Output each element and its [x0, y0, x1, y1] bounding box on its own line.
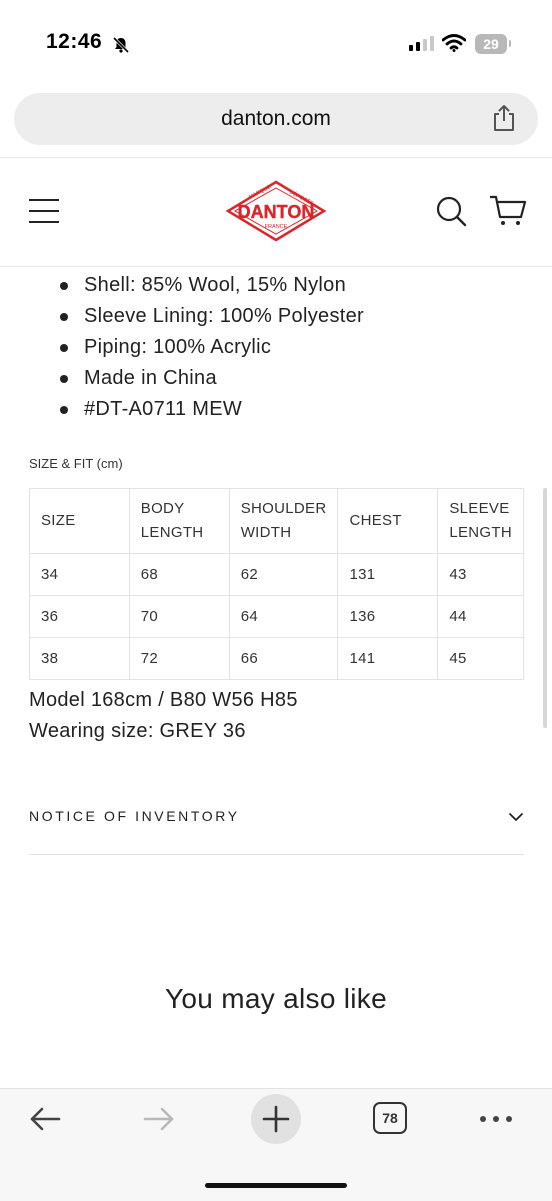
list-item: #DT-A0711 MEW	[58, 394, 528, 425]
battery-icon: 29	[475, 34, 507, 54]
back-arrow-icon[interactable]	[28, 1104, 62, 1139]
logo-wordmark: DANTON	[238, 202, 315, 222]
size-fit-heading: SIZE & FIT (cm)	[29, 456, 123, 471]
table-cell: 45	[437, 637, 524, 680]
table-cell: 44	[437, 595, 524, 638]
table-header-cell: SHOULDER WIDTH	[228, 488, 339, 554]
table-header-cell: BODY LENGTH	[128, 488, 230, 554]
battery-tip	[509, 40, 511, 47]
page-scrollbar[interactable]	[543, 488, 547, 728]
table-row: 34 68 62 131 43	[29, 553, 524, 596]
size-table: SIZE BODY LENGTH SHOULDER WIDTH CHEST SLEE…	[29, 488, 524, 680]
forward-arrow-icon[interactable]	[142, 1104, 176, 1139]
table-cell: 66	[228, 637, 339, 680]
table-cell: 131	[337, 553, 439, 596]
notice-divider	[29, 854, 524, 855]
share-icon[interactable]	[490, 103, 518, 138]
table-cell: 36	[29, 595, 130, 638]
table-cell: 68	[128, 553, 230, 596]
more-icon[interactable]	[478, 1112, 514, 1131]
table-cell: 38	[29, 637, 130, 680]
model-measurements: Model 168cm / B80 W56 H85	[29, 689, 298, 711]
search-icon[interactable]	[434, 194, 468, 233]
wifi-icon	[441, 34, 467, 57]
status-time: 12:46	[46, 30, 103, 53]
list-item: Made in China	[58, 363, 528, 394]
cellular-signal-icon	[409, 36, 434, 51]
table-header-row: SIZE BODY LENGTH SHOULDER WIDTH CHEST SLEE…	[29, 488, 524, 554]
table-row: 36 70 64 136 44	[29, 595, 524, 638]
table-header-cell: CHEST	[337, 488, 439, 554]
url-text[interactable]: danton.com	[14, 93, 538, 145]
tabs-icon[interactable]: 78	[373, 1102, 407, 1134]
header-divider-top	[0, 157, 552, 158]
table-cell: 72	[128, 637, 230, 680]
model-info: Model 168cm / B80 W56 H85 Wearing size: …	[29, 685, 298, 747]
table-cell: 141	[337, 637, 439, 680]
table-cell: 136	[337, 595, 439, 638]
table-cell: 64	[228, 595, 339, 638]
new-tab-plus-icon[interactable]	[251, 1094, 301, 1144]
notice-of-inventory-toggle[interactable]: NOTICE OF INVENTORY	[29, 808, 240, 824]
table-cell: 70	[128, 595, 230, 638]
table-cell: 62	[228, 553, 339, 596]
table-row: 38 72 66 141 45	[29, 637, 524, 680]
product-spec-list: Shell: 85% Wool, 15% Nylon Sleeve Lining…	[58, 270, 528, 425]
table-header-cell: SLEEVE LENGTH	[437, 488, 524, 554]
table-cell: 34	[29, 553, 130, 596]
recommendations-heading: You may also like	[165, 983, 387, 1014]
logo-bottom: FRANCE	[265, 224, 288, 230]
list-item: Sleeve Lining: 100% Polyester	[58, 301, 528, 332]
header-divider-bottom	[0, 266, 552, 267]
home-indicator[interactable]	[205, 1183, 347, 1188]
wearing-size: Wearing size: GREY 36	[29, 720, 246, 742]
bell-muted-icon	[112, 36, 130, 59]
list-item: Piping: 100% Acrylic	[58, 332, 528, 363]
hamburger-menu-icon[interactable]	[28, 198, 60, 229]
table-cell: 43	[437, 553, 524, 596]
table-header-cell: SIZE	[29, 488, 130, 554]
cart-icon[interactable]	[488, 194, 528, 233]
chevron-down-icon[interactable]	[508, 810, 524, 828]
danton-logo[interactable]: MARQUE DÉPOSÉE DANTON FRANCE	[225, 180, 327, 247]
list-item: Shell: 85% Wool, 15% Nylon	[58, 270, 528, 301]
